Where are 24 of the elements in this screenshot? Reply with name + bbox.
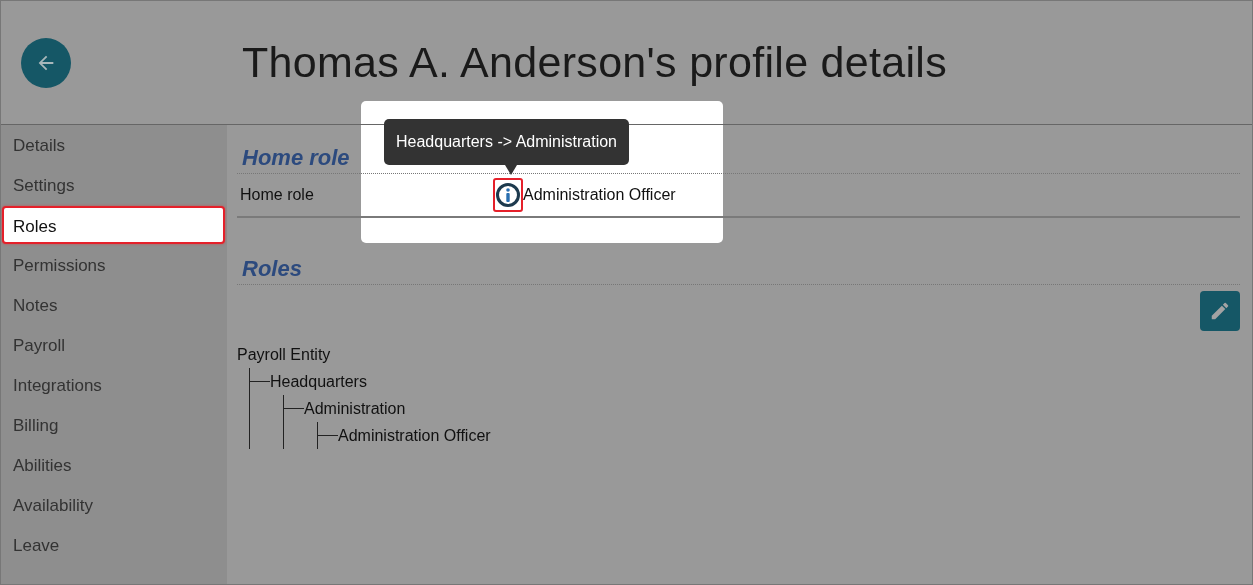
- field-label: Home role: [239, 186, 315, 204]
- tree-label: Payroll Entity: [237, 345, 331, 364]
- back-button[interactable]: [21, 37, 71, 88]
- sidebar-item[interactable]: Integrations: [2, 366, 225, 404]
- section-heading: Home role: [242, 144, 350, 171]
- sidebar-item[interactable]: Abilities: [2, 446, 225, 484]
- sidebar-item[interactable]: Details: [2, 126, 225, 164]
- section-heading: Roles: [242, 255, 302, 282]
- sidebar-item[interactable]: Billing: [2, 406, 225, 444]
- page-title: Thomas A. Anderson's profile details: [242, 38, 947, 87]
- sidebar-item[interactable]: Roles: [2, 206, 225, 244]
- tree-label: Headquarters: [270, 372, 367, 391]
- tooltip: Headquarters -> Administration: [384, 119, 629, 165]
- sidebar-item[interactable]: Availability: [2, 486, 225, 524]
- edit-button[interactable]: [1200, 291, 1240, 331]
- pencil-icon: [1209, 300, 1231, 322]
- field-value: Administration Officer: [523, 186, 676, 204]
- sidebar-item[interactable]: Permissions: [2, 246, 225, 284]
- sidebar-item[interactable]: Settings: [2, 166, 225, 204]
- tree-label: Administration Officer: [338, 426, 491, 445]
- tree-label: Administration: [304, 399, 406, 418]
- sidebar-item[interactable]: Payroll: [2, 326, 225, 364]
- sidebar-item[interactable]: Notes: [2, 286, 225, 324]
- sidebar-item[interactable]: Leave: [2, 526, 225, 564]
